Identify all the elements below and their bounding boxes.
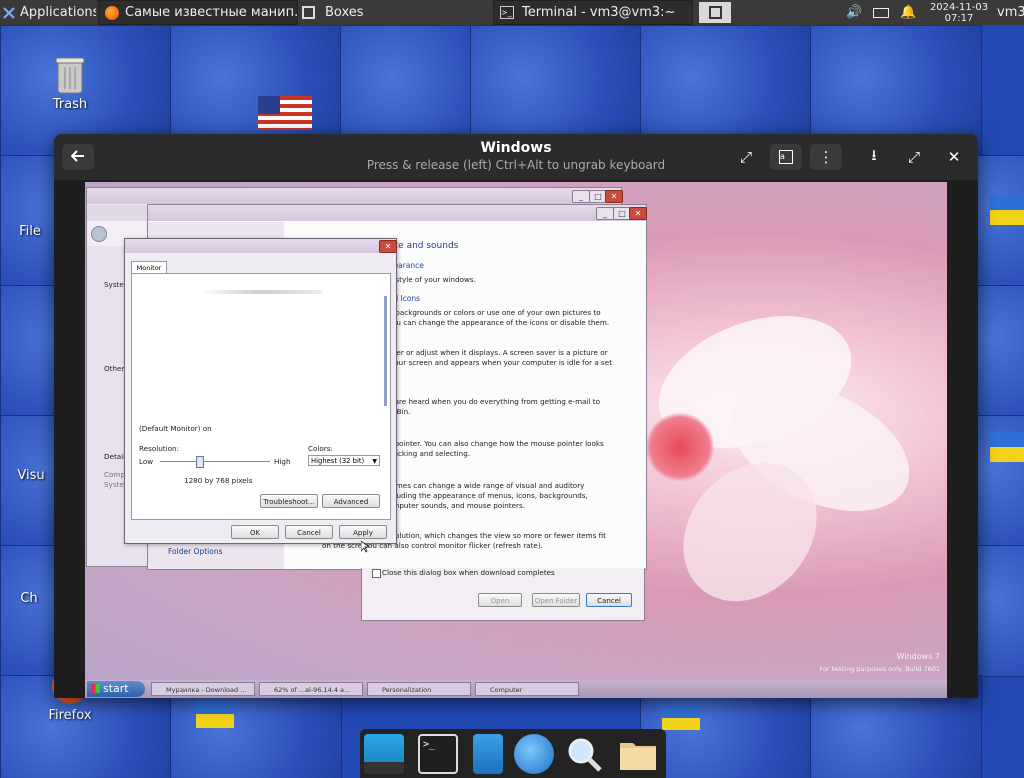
guest-display[interactable]: _ □ ✕ Syster Other Detail Comp Syste _ □… (85, 182, 947, 698)
dialog-titlebar: ✕ (125, 239, 397, 253)
boxes-header-bar: Windows Press & release (left) Ctrl+Alt … (54, 134, 978, 180)
folder-icon (618, 743, 658, 778)
keyboard-icon: a (779, 150, 793, 164)
fullscreen-toggle-button[interactable]: ⤢ (730, 144, 762, 170)
menu-button[interactable]: ⋮ (810, 144, 842, 170)
flag-decoration (196, 700, 234, 728)
task-terminal[interactable]: >_ Terminal - vm3@vm3:~ (493, 0, 693, 25)
personalization-titlebar: _ □ ✕ (148, 205, 647, 221)
top-panel: Applications Самые известные манип... Bo… (0, 0, 1024, 25)
taskbar-item[interactable]: 62% of ...al-96.14.4 a... (259, 682, 363, 696)
terminal-icon: >_ (423, 739, 436, 750)
taskbar-item[interactable]: Computer (475, 682, 579, 696)
explorer-titlebar: _ □ ✕ (87, 188, 623, 204)
download-icon: ⭳ (871, 145, 877, 164)
ok-button[interactable]: OK (231, 525, 279, 539)
minimize-button[interactable]: _ (596, 207, 614, 220)
watermark-title: Windows 7 (896, 652, 940, 661)
flag-decoration (662, 706, 700, 730)
fullscreen-button[interactable]: ⤢ (898, 144, 930, 170)
desktop-icon-trash[interactable]: Trash (30, 55, 110, 112)
close-icon: ✕ (947, 148, 961, 166)
open-folder-button[interactable]: Open Folder (532, 593, 580, 607)
notifications-icon[interactable]: 🔔 (900, 0, 916, 25)
expand-icon: ⤢ (739, 148, 752, 166)
watermark-subtitle: For testing purposes only. Build 7601 (819, 665, 940, 673)
applications-icon (2, 6, 16, 20)
monitor-preview (200, 290, 322, 294)
flag-decoration (990, 432, 1024, 462)
firefox-icon (105, 5, 119, 20)
clock[interactable]: 2024-11-03 07:17 (926, 0, 992, 25)
download-button[interactable]: ⭳ (858, 144, 890, 170)
open-button[interactable]: Open (478, 593, 522, 607)
close-button[interactable]: ✕ (629, 207, 647, 220)
download-dialog: Close this dialog box when download comp… (361, 568, 645, 621)
scrollbar[interactable] (384, 296, 387, 406)
flower-center (645, 412, 715, 482)
task-firefox[interactable]: Самые известные манип... (98, 0, 298, 25)
apply-button[interactable]: Apply (339, 525, 387, 539)
back-arrow-icon[interactable] (91, 226, 107, 242)
active-window-button[interactable] (699, 2, 731, 23)
windows-logo-icon (91, 684, 100, 693)
keyboard-button[interactable]: a (770, 144, 802, 170)
fullscreen-icon: ⤢ (907, 148, 920, 166)
dock-show-desktop[interactable] (364, 734, 404, 774)
close-on-complete-checkbox[interactable] (372, 569, 381, 578)
taskbar-item[interactable]: Мурзилка - Download ... (151, 682, 255, 696)
desktop-icon-visual[interactable]: Visu (0, 468, 62, 483)
resolution-slider[interactable] (160, 456, 270, 468)
taskbar-item[interactable]: Personalization (367, 682, 471, 696)
folder-options-link[interactable]: Folder Options (168, 547, 223, 556)
guest-taskbar: start Мурзилка - Download ... 62% of ...… (85, 680, 947, 698)
desktop-icon-file[interactable]: File (0, 224, 60, 239)
boxes-icon (708, 6, 722, 19)
flag-decoration (990, 195, 1024, 225)
chevron-down-icon: ▼ (372, 458, 377, 465)
dock: >_ (360, 729, 666, 778)
desktop-icon-ch[interactable]: Ch (0, 591, 58, 606)
download-cancel-button[interactable]: Cancel (586, 593, 632, 607)
magnifier-icon (564, 738, 604, 778)
trash-icon (53, 55, 87, 95)
dock-search[interactable] (564, 734, 604, 774)
flag-decoration (258, 96, 312, 130)
start-button[interactable]: start (87, 681, 145, 697)
display-settings-dialog: ✕ Monitor (Default Monitor) on Resolutio… (124, 238, 397, 544)
kebab-menu-icon: ⋮ (818, 148, 834, 166)
resolution-slider-thumb[interactable] (195, 456, 204, 468)
close-button[interactable]: ✕ (605, 190, 623, 203)
terminal-icon: >_ (500, 6, 514, 19)
cancel-button[interactable]: Cancel (285, 525, 333, 539)
user-menu[interactable]: vm3 (997, 0, 1024, 25)
boxes-window: Windows Press & release (left) Ctrl+Alt … (54, 134, 978, 698)
volume-icon[interactable]: 🔊 (846, 0, 866, 25)
applications-menu[interactable]: Applications (2, 0, 96, 25)
advanced-button[interactable]: Advanced (322, 494, 380, 508)
close-button[interactable]: ✕ (938, 144, 970, 170)
dock-file-manager-alt[interactable] (473, 734, 503, 774)
colors-select[interactable]: Highest (32 bit) ▼ (308, 455, 380, 466)
mouse-cursor-icon (360, 538, 371, 557)
troubleshoot-button[interactable]: Troubleshoot... (260, 494, 318, 508)
dialog-close-button[interactable]: ✕ (379, 240, 397, 253)
battery-icon[interactable] (873, 0, 891, 25)
monitor-tab-panel: (Default Monitor) on Resolution: Low Hig… (131, 273, 391, 520)
task-boxes[interactable]: Boxes (300, 0, 412, 25)
minimize-button[interactable]: _ (572, 190, 590, 203)
dock-files[interactable] (618, 734, 658, 774)
dock-web-browser[interactable] (514, 734, 554, 774)
boxes-icon (302, 6, 315, 19)
dock-terminal[interactable]: >_ (418, 734, 458, 774)
